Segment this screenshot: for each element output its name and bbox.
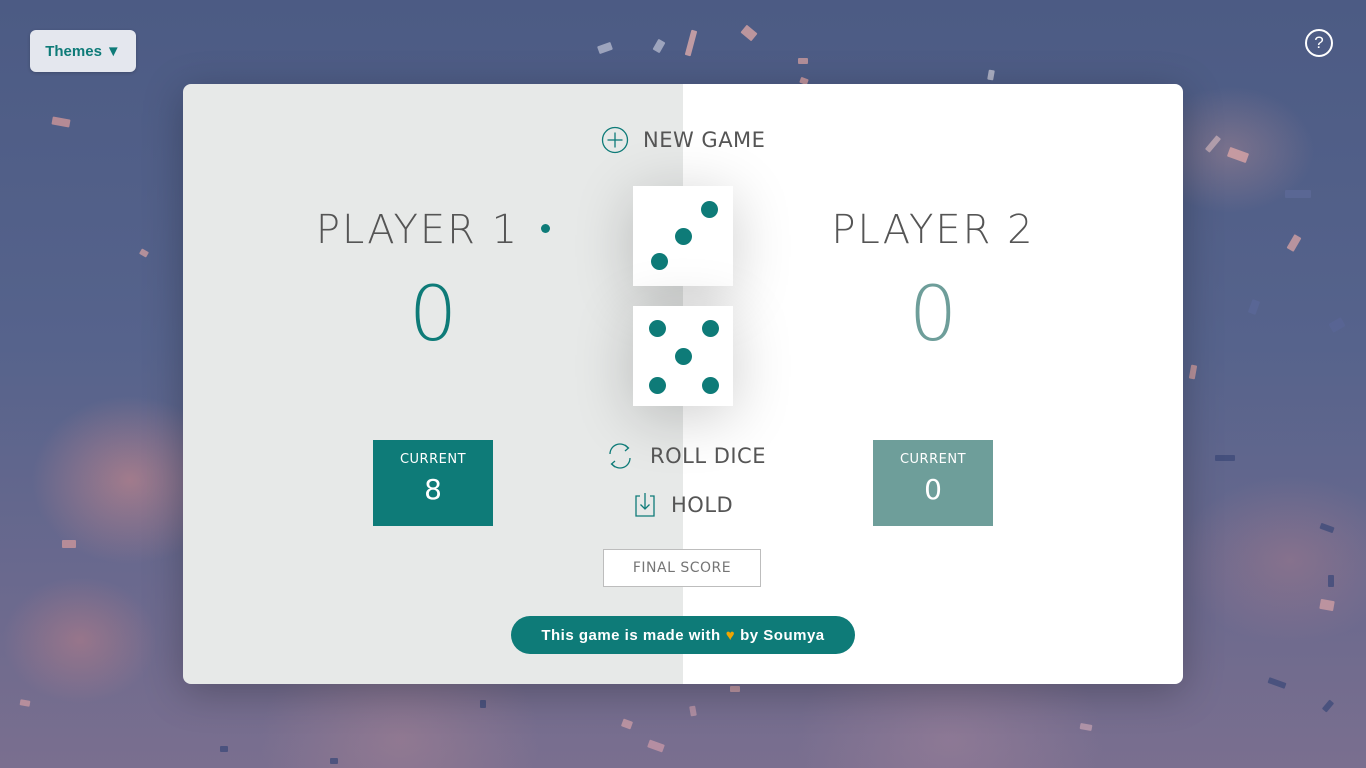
hold-button[interactable]: HOLD [633,492,733,518]
player-1-name-text: PLAYER 1 [315,207,520,253]
confetti-piece [1188,364,1198,380]
roll-dice-label: ROLL DICE [650,444,766,468]
dice-pip [701,376,719,394]
active-player-indicator [541,223,551,233]
question-mark-icon: ? [1314,33,1324,52]
player-2-name: PLAYER 2 [831,207,1035,253]
heart-icon: ♥ [725,626,736,644]
dice-pip [674,347,692,365]
player-2-panel: PLAYER 2 0 CURRENT 0 [683,84,1183,684]
final-score-input[interactable] [603,549,761,587]
player-1-name: PLAYER 1 [183,202,683,258]
confetti-piece [1247,299,1261,315]
confetti-piece [1285,190,1311,198]
dice-pip [700,200,718,218]
confetti-piece [798,58,808,64]
player-2-score: 0 [908,269,958,358]
dice-1 [633,186,733,286]
player-1-score: 0 [408,269,458,358]
confetti-piece [1328,317,1346,333]
credit-suffix: by Soumya [740,626,825,644]
help-button[interactable]: ? [1305,29,1333,57]
dice-pip [648,376,666,394]
confetti-piece [139,248,149,258]
credit-badge: This game is made with ♥ by Soumya [511,616,855,654]
confetti-piece [330,758,338,764]
new-game-button[interactable]: NEW GAME [601,126,765,154]
confetti-piece [1215,455,1235,461]
game-board: PLAYER 1 0 CURRENT 8 PLAYER 2 0 CURRENT … [183,84,1183,684]
roll-dice-button[interactable]: ROLL DICE [604,440,766,472]
confetti-piece [1319,522,1335,534]
confetti-piece [1328,575,1334,587]
confetti-piece [480,700,486,708]
dice-pip [650,252,668,270]
confetti-piece [684,29,698,57]
confetti-piece [1267,677,1287,689]
chevron-down-icon: ▼ [105,42,121,60]
player-1-current-score: 8 [424,473,442,506]
confetti-piece [689,705,697,717]
themes-label: Themes [45,42,102,60]
player-1-current-box: CURRENT 8 [373,440,493,526]
player-2-current-box: CURRENT 0 [873,440,993,526]
dice-2 [633,306,733,406]
player-2-current-label: CURRENT [899,452,967,467]
confetti-piece [647,739,665,753]
confetti-piece [730,686,740,692]
player-1-panel: PLAYER 1 0 CURRENT 8 [183,84,683,684]
download-tray-icon [635,493,655,517]
confetti-piece [740,24,758,42]
themes-dropdown-button[interactable]: Themes ▼ [30,30,136,72]
confetti-piece [19,699,31,707]
confetti-piece [1319,598,1335,612]
dice-pip [648,319,666,337]
confetti-piece [620,718,634,730]
confetti-piece [62,540,76,548]
player-1-current-label: CURRENT [399,452,467,467]
player-2-current-score: 0 [924,473,942,506]
hold-label: HOLD [671,493,734,517]
credit-prefix: This game is made with [541,626,721,644]
new-game-label: NEW GAME [643,128,766,152]
confetti-piece [220,746,228,752]
confetti-piece [1079,723,1093,731]
confetti-piece [652,38,666,54]
refresh-icon [609,443,631,469]
dice-pip [701,319,719,337]
confetti-piece [1226,146,1250,164]
confetti-piece [1321,699,1335,713]
confetti-piece [51,116,71,128]
confetti-piece [1204,135,1222,153]
confetti-piece [987,69,995,81]
confetti-piece [597,41,613,55]
plus-circle-icon [601,126,629,154]
dice-pip [674,227,692,245]
confetti-piece [1286,234,1302,252]
